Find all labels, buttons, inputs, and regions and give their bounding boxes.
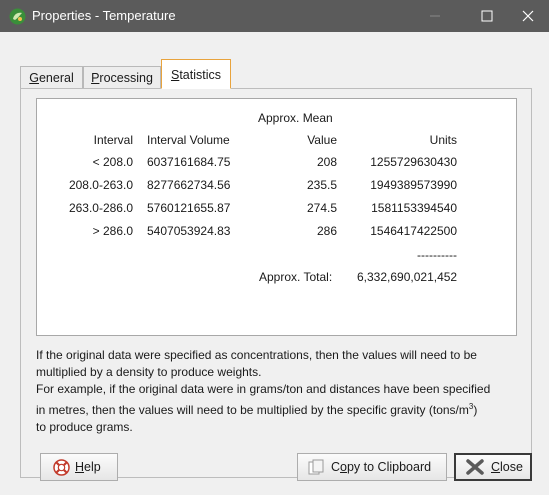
- row-interval: < 208.0: [92, 155, 133, 169]
- row-units: 1949389573990: [370, 178, 457, 192]
- copy-label: py to Clipboard: [346, 460, 432, 474]
- row-interval: 263.0-286.0: [68, 201, 133, 215]
- row-value: 274.5: [306, 201, 337, 215]
- tab-general[interactable]: General: [20, 66, 83, 88]
- row-value: 235.5: [306, 178, 337, 192]
- close-icon: [522, 10, 534, 22]
- header-units: Units: [429, 133, 457, 147]
- row-interval: > 286.0: [92, 224, 133, 238]
- note-line: If the original data were specified as c…: [36, 348, 477, 362]
- row-volume: 8277662734.56: [147, 178, 231, 192]
- header-value: Value: [307, 133, 337, 147]
- tab-processing-label: rocessing: [99, 71, 153, 85]
- row-interval: 208.0-263.0: [68, 178, 133, 192]
- help-label: elp: [84, 460, 101, 474]
- row-units: 1581153394540: [371, 201, 457, 215]
- window-title: Properties - Temperature: [32, 8, 176, 23]
- total-value: 6,332,690,021,452: [357, 270, 458, 284]
- tab-statistics[interactable]: Statistics: [161, 59, 231, 89]
- note-line-end: ): [473, 403, 478, 417]
- tab-processing[interactable]: Processing: [83, 66, 161, 88]
- row-value: 286: [316, 224, 337, 238]
- header-interval: Interval: [93, 133, 133, 147]
- row-volume: 5407053924.83: [147, 224, 231, 238]
- window-close-button[interactable]: [507, 0, 549, 32]
- tab-general-mnemonic: G: [29, 71, 39, 85]
- statistics-table[interactable]: Approx. Mean Interval Interval Volume Va…: [36, 98, 517, 336]
- note-line-text: in metres, then the values will need to …: [36, 403, 469, 417]
- copy-mnemonic: o: [340, 460, 347, 474]
- total-label: Approx. Total:: [259, 270, 333, 284]
- help-mnemonic: H: [75, 460, 85, 474]
- note-line: For example, if the original data were i…: [36, 382, 491, 396]
- close-button[interactable]: Close: [454, 453, 532, 481]
- row-volume: 6037161684.75: [147, 155, 231, 169]
- note-line: multiplied by a density to produce weigh…: [36, 365, 262, 379]
- header-interval-volume: Interval Volume: [147, 133, 230, 147]
- copy-to-clipboard-button[interactable]: Copy to Clipboard: [297, 453, 447, 481]
- close-x-icon: [466, 459, 484, 475]
- copy-icon: [308, 459, 324, 475]
- tab-general-label: eneral: [38, 71, 74, 85]
- total-separator: ----------: [417, 248, 457, 262]
- row-units: 1546417422500: [370, 224, 457, 238]
- help-button[interactable]: Help: [40, 453, 118, 481]
- note-line: in metres, then the values will need to …: [36, 398, 526, 419]
- tab-strip: General Processing Statistics: [20, 59, 380, 89]
- minimize-button[interactable]: [414, 0, 456, 32]
- minimize-icon: [430, 15, 440, 17]
- copy-label-start: C: [331, 460, 341, 474]
- title-bar[interactable]: Properties - Temperature: [0, 0, 549, 32]
- close-label: lose: [500, 460, 523, 474]
- tab-statistics-label: tatistics: [179, 68, 222, 82]
- row-volume: 5760121655.87: [147, 201, 231, 215]
- note-line: to produce grams.: [36, 420, 133, 434]
- maximize-button[interactable]: [466, 0, 508, 32]
- maximize-icon: [481, 10, 493, 22]
- density-note: If the original data were specified as c…: [36, 347, 526, 436]
- header-approx-mean: Approx. Mean: [258, 111, 333, 125]
- row-value: 208: [316, 155, 337, 169]
- help-icon: [53, 459, 70, 476]
- close-mnemonic: C: [491, 460, 501, 474]
- row-units: 1255729630430: [370, 155, 457, 169]
- app-logo-icon: [9, 8, 26, 25]
